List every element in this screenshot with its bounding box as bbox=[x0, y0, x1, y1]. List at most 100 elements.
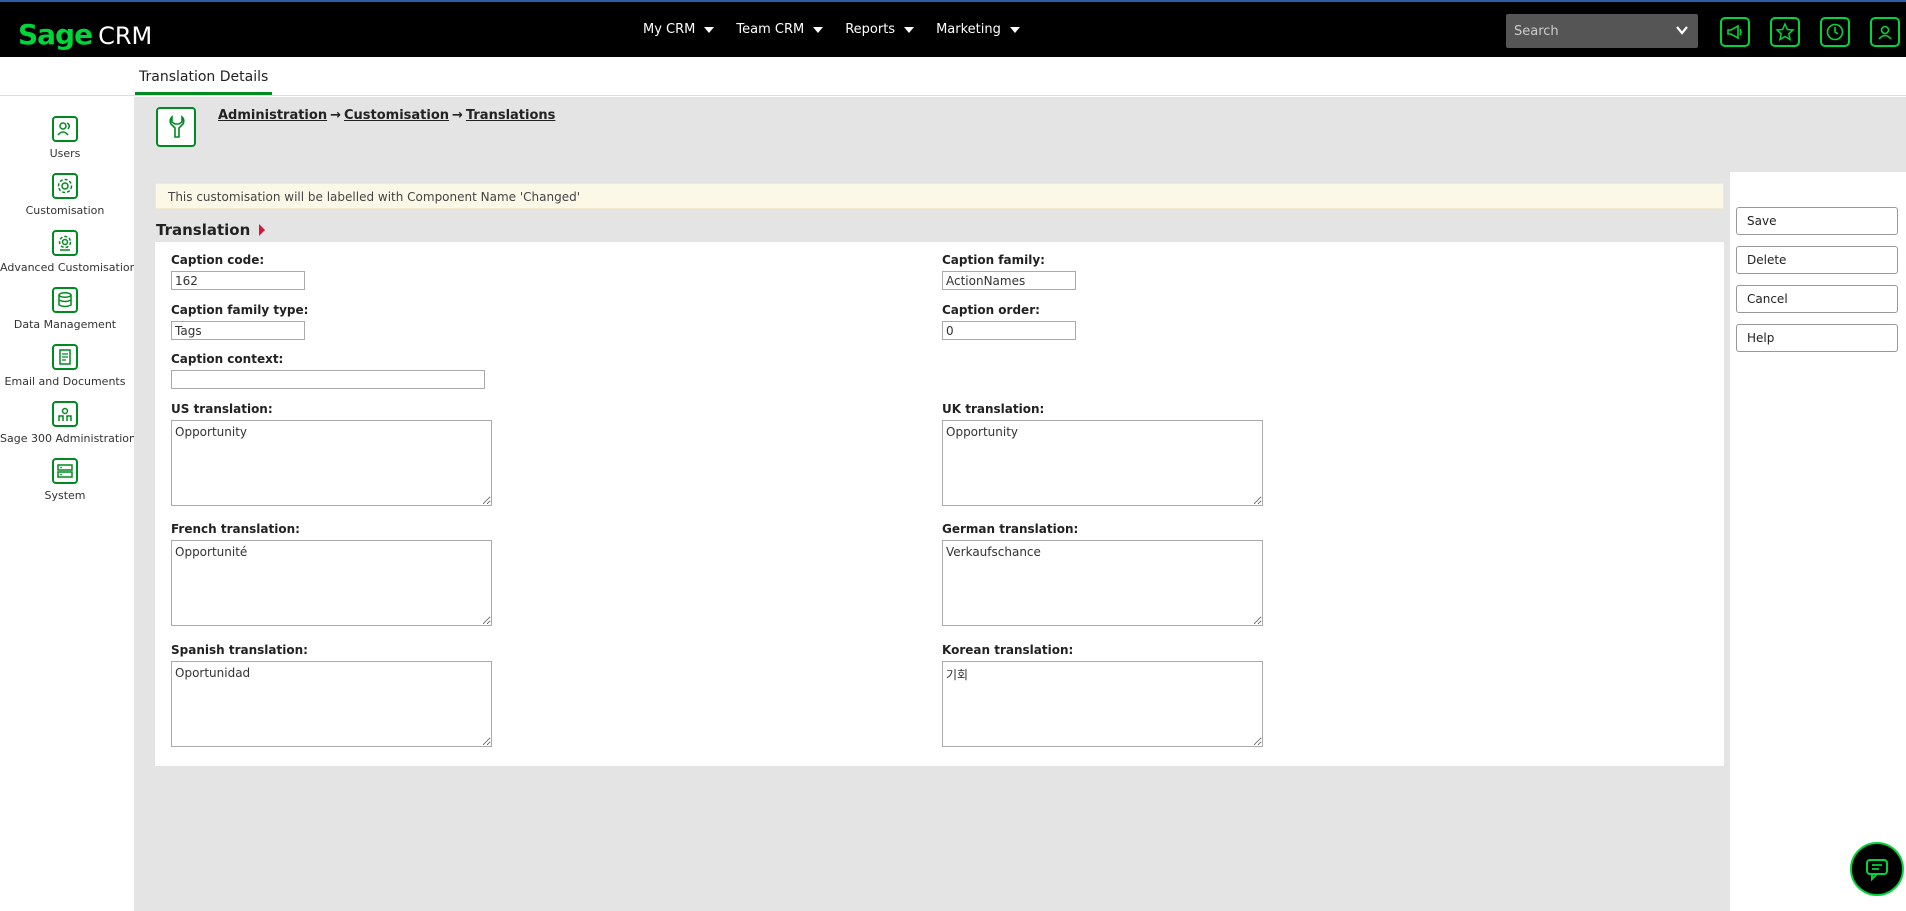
sidebar-item-sage-300-administration[interactable]: Sage 300 Administration bbox=[0, 401, 136, 445]
caption-context-label: Caption context: bbox=[171, 352, 284, 366]
save-button[interactable]: Save bbox=[1736, 207, 1898, 235]
menu-marketing[interactable]: Marketing bbox=[936, 22, 1020, 37]
us-translation-label: US translation: bbox=[171, 402, 273, 416]
menu-my-crm[interactable]: My CRM bbox=[643, 22, 715, 37]
sidebar-item-advanced-customisation[interactable]: Advanced Customisation bbox=[0, 230, 137, 274]
caret-down-icon bbox=[1009, 26, 1020, 33]
breadcrumb-customisation[interactable]: Customisation bbox=[344, 108, 449, 123]
sidebar-item-customisation[interactable]: Customisation bbox=[0, 173, 130, 217]
top-navigation-bar: Sage CRM My CRM Team CRM Reports Marketi… bbox=[0, 2, 1906, 57]
logo-brand: Sage bbox=[18, 18, 93, 51]
caret-down-icon bbox=[704, 26, 715, 33]
sidebar-item-label: System bbox=[44, 489, 86, 502]
translation-panel: Caption code: Caption family: Caption fa… bbox=[155, 242, 1724, 766]
uk-translation-label: UK translation: bbox=[942, 402, 1045, 416]
caption-code-field: Caption code: bbox=[171, 253, 305, 290]
sidebar-item-label: Users bbox=[49, 147, 81, 160]
uk-translation-textarea[interactable]: Opportunity bbox=[942, 420, 1263, 506]
sidebar-item-data-management[interactable]: Data Management bbox=[0, 287, 130, 331]
main-menu: My CRM Team CRM Reports Marketing bbox=[643, 2, 1042, 57]
help-button[interactable]: Help bbox=[1736, 324, 1898, 352]
sage-crm-logo[interactable]: Sage CRM bbox=[18, 18, 152, 51]
caption-order-label: Caption order: bbox=[942, 303, 1040, 317]
gear-icon bbox=[52, 173, 78, 199]
triangle-right-icon bbox=[259, 224, 266, 236]
caption-family-field: Caption family: bbox=[942, 253, 1076, 290]
users-icon bbox=[52, 116, 78, 142]
clock-icon[interactable] bbox=[1820, 17, 1850, 47]
sidebar-item-email-and-documents[interactable]: Email and Documents bbox=[0, 344, 130, 388]
user-profile-icon[interactable] bbox=[1870, 17, 1900, 47]
tab-translation-details[interactable]: Translation Details bbox=[135, 57, 273, 95]
german-translation-field: German translation: Verkaufschance bbox=[942, 522, 1263, 629]
sidebar-item-label: Customisation bbox=[25, 204, 105, 217]
admin-icon bbox=[52, 401, 78, 427]
chevron-down-icon[interactable] bbox=[1675, 23, 1689, 37]
wrench-icon bbox=[156, 107, 196, 147]
customisation-notice: This customisation will be labelled with… bbox=[155, 183, 1724, 209]
german-translation-textarea[interactable]: Verkaufschance bbox=[942, 540, 1263, 626]
arrow-right-icon: → bbox=[452, 108, 463, 123]
section-title[interactable]: Translation bbox=[156, 221, 266, 239]
caption-code-input[interactable] bbox=[171, 271, 305, 290]
caret-down-icon bbox=[813, 26, 824, 33]
caption-family-input[interactable] bbox=[942, 271, 1076, 290]
korean-translation-label: Korean translation: bbox=[942, 643, 1074, 657]
menu-reports[interactable]: Reports bbox=[845, 22, 915, 37]
logo-product: CRM bbox=[98, 22, 153, 50]
cancel-button[interactable]: Cancel bbox=[1736, 285, 1898, 313]
caption-family-type-input[interactable] bbox=[171, 321, 305, 340]
us-translation-textarea[interactable]: Opportunity bbox=[171, 420, 492, 506]
french-translation-field: French translation: Opportunité bbox=[171, 522, 492, 629]
caption-order-input[interactable] bbox=[942, 321, 1076, 340]
sidebar-item-label: Email and Documents bbox=[4, 375, 126, 388]
breadcrumb-administration[interactable]: Administration bbox=[218, 108, 327, 123]
spanish-translation-field: Spanish translation: Oportunidad bbox=[171, 643, 492, 750]
menu-team-crm-label: Team CRM bbox=[736, 22, 805, 37]
document-icon bbox=[52, 344, 78, 370]
sidebar-item-label: Sage 300 Administration bbox=[0, 432, 136, 445]
caption-family-type-label: Caption family type: bbox=[171, 303, 309, 317]
caption-order-field: Caption order: bbox=[942, 303, 1076, 340]
chat-icon[interactable] bbox=[1850, 842, 1904, 896]
sidebar-item-system[interactable]: System bbox=[0, 458, 130, 502]
system-icon bbox=[52, 458, 78, 484]
megaphone-icon[interactable] bbox=[1720, 17, 1750, 47]
menu-marketing-label: Marketing bbox=[936, 22, 1001, 37]
database-icon bbox=[52, 287, 78, 313]
caption-code-label: Caption code: bbox=[171, 253, 265, 267]
main-content: Administration → Customisation → Transla… bbox=[134, 97, 1906, 911]
search-box bbox=[1506, 14, 1698, 48]
spanish-translation-label: Spanish translation: bbox=[171, 643, 308, 657]
sidebar-item-label: Data Management bbox=[13, 318, 117, 331]
admin-sidebar: Users Customisation Advanced Customisati… bbox=[0, 106, 137, 911]
french-translation-textarea[interactable]: Opportunité bbox=[171, 540, 492, 626]
spanish-translation-textarea[interactable]: Oportunidad bbox=[171, 661, 492, 747]
advanced-gear-icon bbox=[52, 230, 78, 256]
breadcrumb-translations[interactable]: Translations bbox=[466, 108, 555, 123]
uk-translation-field: UK translation: Opportunity bbox=[942, 402, 1263, 509]
french-translation-label: French translation: bbox=[171, 522, 300, 536]
korean-translation-textarea[interactable]: 기회 bbox=[942, 661, 1263, 747]
action-buttons: Save Delete Cancel Help bbox=[1736, 207, 1898, 363]
sidebar-item-label: Advanced Customisation bbox=[0, 261, 137, 274]
search-input[interactable] bbox=[1506, 23, 1666, 39]
arrow-right-icon: → bbox=[330, 108, 341, 123]
star-icon[interactable] bbox=[1770, 17, 1800, 47]
tab-strip: Translation Details bbox=[0, 57, 1906, 96]
caption-family-type-field: Caption family type: bbox=[171, 303, 308, 340]
section-title-label: Translation bbox=[156, 221, 251, 239]
caption-context-field: Caption context: bbox=[171, 352, 485, 389]
menu-reports-label: Reports bbox=[845, 22, 896, 37]
german-translation-label: German translation: bbox=[942, 522, 1079, 536]
menu-team-crm[interactable]: Team CRM bbox=[736, 22, 824, 37]
breadcrumb: Administration → Customisation → Transla… bbox=[218, 108, 555, 123]
menu-my-crm-label: My CRM bbox=[643, 22, 696, 37]
us-translation-field: US translation: Opportunity bbox=[171, 402, 492, 509]
caption-context-input[interactable] bbox=[171, 370, 485, 389]
caption-family-label: Caption family: bbox=[942, 253, 1045, 267]
delete-button[interactable]: Delete bbox=[1736, 246, 1898, 274]
caret-down-icon bbox=[904, 26, 915, 33]
sidebar-item-users[interactable]: Users bbox=[0, 116, 130, 160]
korean-translation-field: Korean translation: 기회 bbox=[942, 643, 1263, 750]
